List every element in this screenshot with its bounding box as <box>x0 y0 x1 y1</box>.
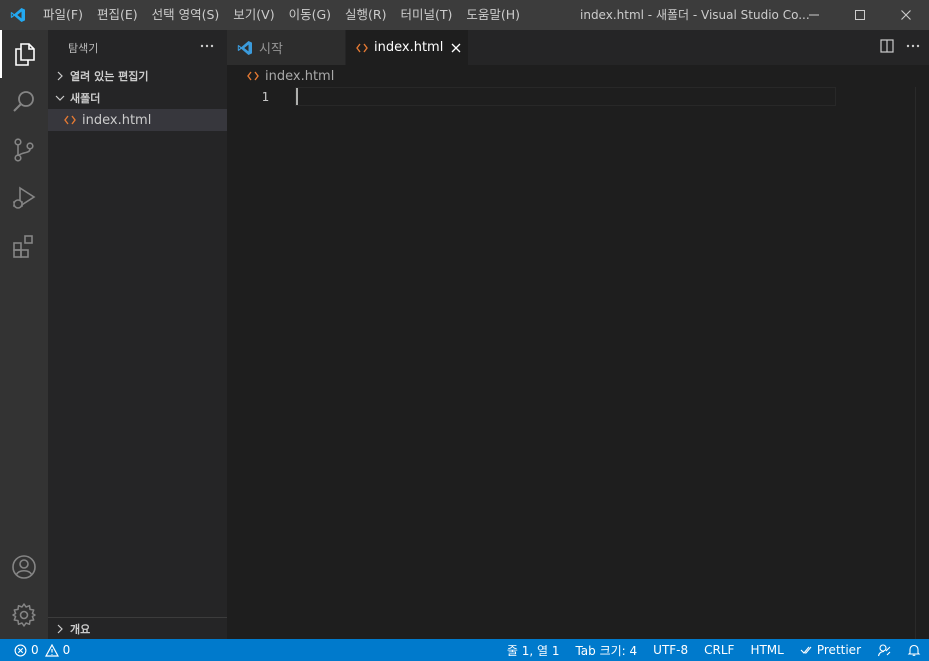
maximize-button[interactable] <box>837 0 883 30</box>
tab-index-html[interactable]: index.html <box>346 30 468 65</box>
menu-go[interactable]: 이동(G) <box>282 0 338 30</box>
current-line-highlight <box>295 87 836 106</box>
warning-count: 0 <box>62 643 71 657</box>
outline-section[interactable]: 개요 <box>48 617 227 639</box>
source-control-activity[interactable] <box>0 126 48 174</box>
sidebar-header: 탐색기 <box>48 30 227 65</box>
tab-label: 시작 <box>259 42 283 57</box>
search-icon <box>13 91 34 112</box>
ellipsis-icon <box>200 44 214 47</box>
line-number: 1 <box>261 89 269 104</box>
maximize-icon <box>855 10 865 20</box>
outline-header: 개요 <box>48 618 227 640</box>
feedback-button[interactable] <box>869 639 899 661</box>
minimize-icon <box>809 14 819 16</box>
chevron-right-icon <box>52 621 68 637</box>
folder-label: 새폴더 <box>70 92 101 105</box>
run-debug-icon <box>13 186 36 209</box>
open-editors-section[interactable]: 열려 있는 편집기 <box>48 65 227 87</box>
vscode-logo-icon <box>237 40 253 56</box>
explorer-activity[interactable] <box>0 30 48 78</box>
account-icon <box>12 555 36 579</box>
accounts-activity[interactable] <box>0 543 48 591</box>
more-actions-button[interactable] <box>199 38 215 58</box>
file-name: index.html <box>82 112 152 128</box>
code-line[interactable]: 1 <box>227 87 837 106</box>
editor-actions <box>879 30 921 65</box>
open-editors-label: 열려 있는 편집기 <box>70 70 149 83</box>
menu-file[interactable]: 파일(F) <box>36 0 90 30</box>
feedback-icon <box>877 644 891 657</box>
close-window-button[interactable] <box>883 0 929 30</box>
ellipsis-icon <box>906 44 920 47</box>
gear-icon <box>12 603 36 627</box>
prettier-label: Prettier <box>816 643 861 657</box>
editor-group: 시작 index.html index.html 1 <box>227 30 929 639</box>
close-tab-button[interactable] <box>451 43 461 53</box>
error-icon <box>14 644 27 656</box>
tab-label: index.html <box>374 40 444 55</box>
editor-more-actions-button[interactable] <box>905 38 921 58</box>
sidebar-title: 탐색기 <box>68 41 99 55</box>
run-debug-activity[interactable] <box>0 174 48 222</box>
vscode-logo-icon <box>0 0 36 30</box>
window-title: index.html - 새폴더 - Visual Studio Co... <box>580 8 810 22</box>
menu-run[interactable]: 실행(R) <box>338 0 393 30</box>
files-icon <box>15 43 35 66</box>
breadcrumb[interactable]: index.html <box>227 65 929 87</box>
double-check-icon <box>800 646 812 654</box>
language-mode-status[interactable]: HTML <box>742 639 791 661</box>
menu-selection[interactable]: 선택 영역(S) <box>145 0 227 30</box>
status-bar: 0 0 줄 1, 열 1 Tab 크기: 4 UTF-8 CRLF HTML P… <box>0 639 929 661</box>
outline-label: 개요 <box>70 623 91 636</box>
tab-bar: 시작 index.html <box>227 30 929 65</box>
notifications-button[interactable] <box>899 639 929 661</box>
split-editor-icon <box>880 38 894 53</box>
html-file-icon <box>64 115 82 125</box>
encoding-status[interactable]: UTF-8 <box>645 639 696 661</box>
extensions-activity[interactable] <box>0 222 48 270</box>
problems-status[interactable]: 0 0 <box>0 639 70 661</box>
status-right-items: 줄 1, 열 1 Tab 크기: 4 UTF-8 CRLF HTML Prett… <box>499 639 929 661</box>
menu-view[interactable]: 보기(V) <box>226 0 281 30</box>
search-activity[interactable] <box>0 78 48 126</box>
menu-terminal[interactable]: 터미널(T) <box>394 0 460 30</box>
close-icon <box>901 10 911 20</box>
explorer-sidebar: 탐색기 열려 있는 편집기 새폴더 index.html 개요 <box>48 30 227 639</box>
prettier-status[interactable]: Prettier <box>792 639 869 661</box>
eol-status[interactable]: CRLF <box>696 639 742 661</box>
manage-activity[interactable] <box>0 591 48 639</box>
minimize-button[interactable] <box>791 0 837 30</box>
error-count: 0 <box>31 643 39 657</box>
html-file-icon <box>356 43 368 53</box>
tab-size-status[interactable]: Tab 크기: 4 <box>567 639 645 661</box>
chevron-right-icon <box>52 68 68 84</box>
minimap-edge <box>915 87 916 639</box>
cursor-position-status[interactable]: 줄 1, 열 1 <box>499 639 568 661</box>
activity-bar <box>0 30 48 639</box>
title-bar: 파일(F) 편집(E) 선택 영역(S) 보기(V) 이동(G) 실행(R) 터… <box>0 0 929 30</box>
close-icon <box>451 43 461 52</box>
breadcrumb-file: index.html <box>265 68 335 84</box>
warning-icon <box>44 643 59 657</box>
split-editor-button[interactable] <box>879 38 895 58</box>
text-cursor <box>296 88 298 105</box>
menu-edit[interactable]: 편집(E) <box>90 0 145 30</box>
html-file-icon <box>247 71 259 81</box>
menu-bar: 파일(F) 편집(E) 선택 영역(S) 보기(V) 이동(G) 실행(R) 터… <box>36 0 527 30</box>
extensions-icon <box>13 235 33 258</box>
menu-help[interactable]: 도움말(H) <box>459 0 527 30</box>
source-control-icon <box>14 138 34 162</box>
folder-section[interactable]: 새폴더 <box>48 87 227 109</box>
file-item-index-html[interactable]: index.html <box>48 109 227 131</box>
bell-icon <box>907 644 921 656</box>
chevron-down-icon <box>52 90 68 106</box>
tab-welcome[interactable]: 시작 <box>227 30 346 65</box>
